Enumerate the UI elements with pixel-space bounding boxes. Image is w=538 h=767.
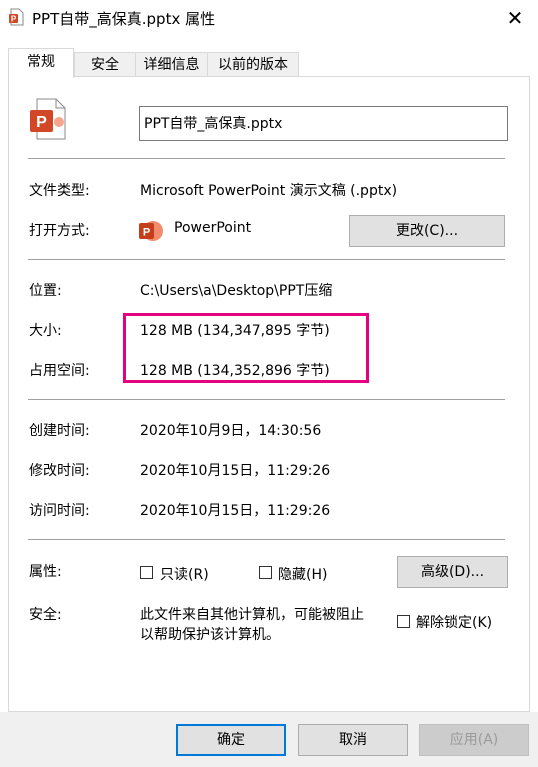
window-title: PPT自带_高保真.pptx 属性	[32, 10, 216, 28]
file-name-field[interactable]: PPT自带_高保真.pptx	[139, 106, 508, 141]
modified-value: 2020年10月15日，11:29:26	[140, 463, 331, 479]
location-value: C:\Users\a\Desktop\PPT压缩	[140, 283, 333, 299]
hidden-checkbox[interactable]	[259, 566, 272, 579]
attributes-label: 属性:	[29, 564, 62, 580]
separator	[28, 399, 505, 400]
separator	[28, 259, 505, 260]
close-button[interactable]: ✕	[492, 0, 538, 36]
security-text-line-1: 此文件来自其他计算机，可能被阻止	[140, 607, 364, 623]
location-label: 位置:	[29, 283, 62, 299]
file-type-value: Microsoft PowerPoint 演示文稿 (.pptx)	[140, 183, 398, 199]
created-value: 2020年10月9日，14:30:56	[140, 423, 322, 439]
tab-previous-versions[interactable]: 以前的版本	[207, 52, 299, 76]
highlight-box	[123, 313, 369, 383]
tab-details[interactable]: 详细信息	[135, 52, 208, 76]
advanced-button[interactable]: 高级(D)...	[397, 556, 508, 588]
close-icon: ✕	[506, 6, 524, 30]
powerpoint-file-icon: P	[9, 8, 24, 26]
tab-security-label: 安全	[91, 57, 119, 73]
size-on-disk-label: 占用空间:	[29, 363, 90, 379]
open-with-label: 打开方式:	[29, 223, 90, 239]
powerpoint-app-icon: P	[139, 221, 163, 241]
change-button[interactable]: 更改(C)...	[349, 215, 505, 247]
svg-text:P: P	[11, 15, 17, 24]
powerpoint-file-icon: P	[30, 98, 66, 140]
security-label: 安全:	[29, 607, 62, 623]
tab-details-label: 详细信息	[143, 57, 200, 73]
tab-general[interactable]: 常规	[8, 48, 74, 78]
accessed-value: 2020年10月15日，11:29:26	[140, 503, 331, 519]
readonly-checkbox[interactable]	[140, 566, 153, 579]
svg-text:P: P	[143, 227, 150, 239]
tab-security[interactable]: 安全	[74, 52, 136, 76]
separator	[28, 158, 505, 159]
size-label: 大小:	[29, 323, 62, 339]
apply-button[interactable]: 应用(A)	[419, 724, 529, 756]
button-bar: 确定 取消 应用(A)	[0, 712, 538, 767]
readonly-checkbox-label[interactable]: 只读(R)	[160, 564, 209, 584]
hidden-checkbox-label[interactable]: 隐藏(H)	[278, 564, 327, 584]
unblock-checkbox[interactable]	[397, 615, 410, 628]
separator	[28, 539, 505, 540]
svg-text:P: P	[36, 114, 47, 131]
title-bar: P PPT自带_高保真.pptx 属性 ✕	[0, 0, 538, 36]
tab-previous-versions-label: 以前的版本	[218, 57, 288, 73]
ok-button[interactable]: 确定	[176, 724, 286, 756]
cancel-button[interactable]: 取消	[298, 724, 408, 756]
created-label: 创建时间:	[29, 423, 90, 439]
modified-label: 修改时间:	[29, 463, 90, 479]
security-text-line-2: 以帮助保护该计算机。	[140, 627, 280, 643]
file-type-label: 文件类型:	[29, 183, 90, 199]
tab-general-label: 常规	[27, 54, 55, 70]
accessed-label: 访问时间:	[29, 503, 90, 519]
unblock-checkbox-label[interactable]: 解除锁定(K)	[416, 612, 492, 632]
open-with-value: PowerPoint	[174, 220, 252, 236]
